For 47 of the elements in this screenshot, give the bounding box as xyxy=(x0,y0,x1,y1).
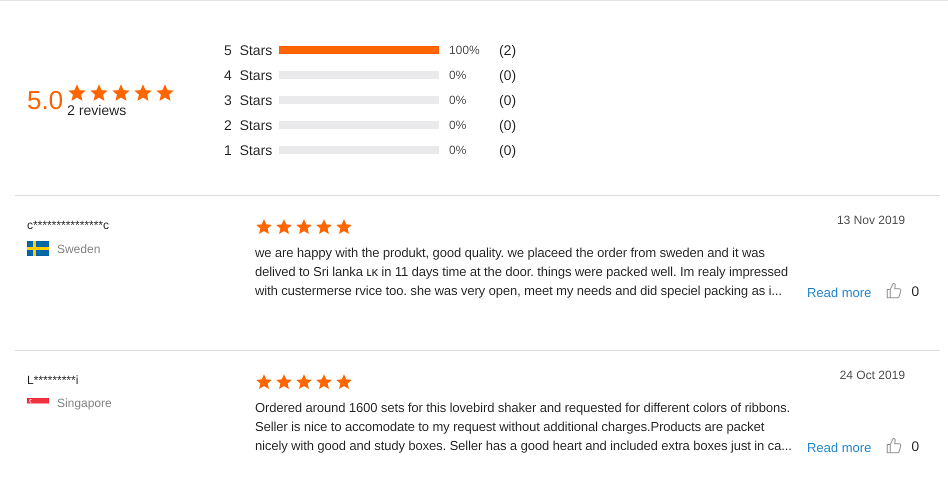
reviewer-country: Sweden xyxy=(57,242,100,256)
star-icon xyxy=(255,218,273,236)
read-more-link[interactable]: Read more xyxy=(807,285,872,300)
thumbs-up-icon[interactable] xyxy=(885,437,904,455)
read-more-link[interactable]: Read more xyxy=(807,440,872,455)
rating-count: (0) xyxy=(499,142,516,158)
rating-percent: 100% xyxy=(449,43,481,57)
star-icon xyxy=(133,83,154,103)
review-date: 13 Nov 2019 xyxy=(836,213,905,227)
rating-count: (2) xyxy=(499,42,516,58)
star-icon xyxy=(89,83,110,103)
reviewer-name: L*********i xyxy=(27,373,80,387)
rating-count: (0) xyxy=(499,92,516,108)
average-score: 5.0 xyxy=(27,87,64,113)
rating-percent: 0% xyxy=(449,68,468,82)
star-icon xyxy=(335,373,353,391)
review-date: 24 Oct 2019 xyxy=(840,368,905,382)
like-count: 0 xyxy=(911,438,920,454)
rating-count: (0) xyxy=(499,67,516,83)
star-level-label: 2 Stars xyxy=(224,117,274,133)
thumbs-up-icon[interactable] xyxy=(885,282,904,300)
like-count: 0 xyxy=(911,283,920,299)
rating-percent: 0% xyxy=(449,118,468,132)
rating-percent: 0% xyxy=(449,93,468,107)
reviewer-country: Singapore xyxy=(57,396,112,410)
review-count: 2 reviews xyxy=(67,103,128,117)
star-icon xyxy=(315,373,333,391)
star-icon xyxy=(255,373,273,391)
star-icon xyxy=(155,83,176,103)
flag-icon xyxy=(27,241,49,256)
star-icon xyxy=(295,218,313,236)
star-icon xyxy=(275,218,293,236)
review-text: Ordered around 1600 sets for this lovebird shaker and requested for different colors of ribbons. Seller is nice to accomodate to my request without additional charges.Products are packet nicely with good and study boxes. Seller has a good heart and included extra boxes just in ca... xyxy=(255,399,793,455)
star-icon xyxy=(111,83,132,103)
star-icon xyxy=(275,373,293,391)
reviewer-name: c***************c xyxy=(27,218,110,232)
rating-percent: 0% xyxy=(449,143,468,157)
star-icon xyxy=(335,218,353,236)
star-icon xyxy=(295,373,313,391)
star-level-label: 3 Stars xyxy=(224,92,274,108)
star-level-label: 5 Stars xyxy=(224,42,274,58)
rating-count: (0) xyxy=(499,117,516,133)
star-icon xyxy=(315,218,333,236)
star-icon xyxy=(67,83,88,103)
star-level-label: 1 Stars xyxy=(224,142,274,158)
star-level-label: 4 Stars xyxy=(224,67,274,83)
review-text: we are happy with the produkt, good quality. we placeed the order from sweden and it was delived to Sri lanka ʟᴋ in 11 days time at the door. things were packed well. Im realy impressed with custermerse rvice too. she was very open, meet my needs and did speciel packing as i... xyxy=(255,244,790,300)
